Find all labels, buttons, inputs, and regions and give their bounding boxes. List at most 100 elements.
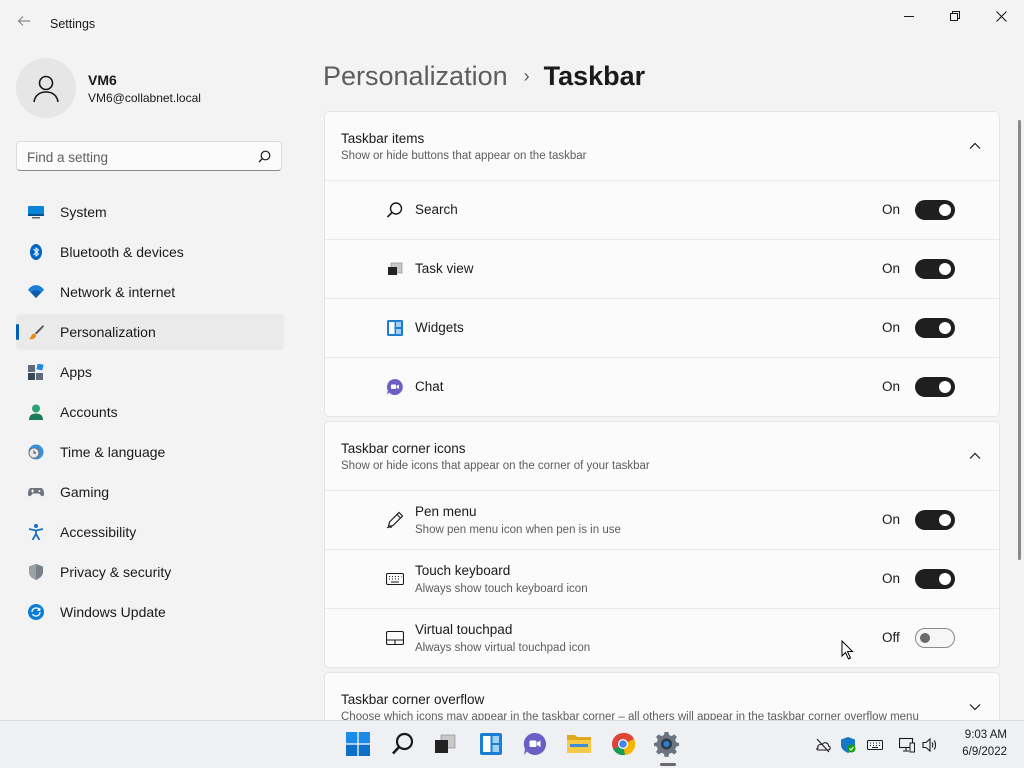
taskbar-items-header[interactable]: Taskbar items Show or hide buttons that … — [325, 112, 999, 180]
update-icon — [28, 604, 44, 620]
chevron-down-icon[interactable] — [969, 701, 981, 713]
setting-label: Search — [415, 202, 458, 217]
chat-toggle[interactable] — [915, 377, 955, 397]
task-view-toggle[interactable] — [915, 259, 955, 279]
search-toggle[interactable] — [915, 200, 955, 220]
sidebar-item-label: Privacy & security — [60, 564, 172, 580]
setting-label: Widgets — [415, 320, 464, 335]
search-icon — [258, 150, 271, 163]
restore-button[interactable] — [932, 0, 978, 32]
setting-description: Always show virtual touchpad icon — [415, 642, 591, 654]
toggle-state-text: On — [882, 320, 901, 335]
toggle-knob — [939, 514, 951, 526]
onedrive-icon[interactable] — [815, 737, 831, 753]
keyboard-icon[interactable] — [867, 737, 883, 753]
toggle-state-text: On — [882, 512, 901, 527]
toggle-knob — [939, 322, 951, 334]
close-button[interactable] — [978, 0, 1024, 32]
taskbar-task-view-button[interactable] — [430, 729, 460, 759]
setting-description: Show pen menu icon when pen is in use — [415, 524, 621, 536]
toggle-state-text: On — [882, 379, 901, 394]
sidebar-item-label: Network & internet — [60, 284, 176, 300]
chevron-up-icon[interactable] — [969, 450, 981, 462]
sidebar-item-gaming[interactable]: Gaming — [16, 474, 284, 510]
taskbar-chat-button[interactable] — [520, 729, 550, 759]
taskbar-start-button[interactable] — [343, 729, 373, 759]
sidebar-item-apps[interactable]: Apps — [16, 354, 284, 390]
avatar — [16, 58, 76, 118]
person-icon — [33, 75, 59, 103]
setting-label: Task view — [415, 261, 474, 276]
breadcrumb-parent-link[interactable]: Personalization — [323, 61, 508, 92]
chevron-up-icon[interactable] — [969, 140, 981, 152]
setting-row-search: Search On — [325, 180, 999, 239]
taskbar-corner-icons-header[interactable]: Taskbar corner icons Show or hide icons … — [325, 422, 999, 490]
taskbar-clock-time[interactable]: 9:03 AM — [955, 729, 1007, 741]
chat-icon — [386, 379, 403, 395]
sidebar-item-accounts[interactable]: Accounts — [16, 394, 284, 430]
task-view-icon — [435, 734, 456, 753]
setting-description: Always show touch keyboard icon — [415, 583, 588, 595]
user-profile[interactable]: VM6 VM6@collabnet.local — [16, 58, 296, 118]
network-icon[interactable] — [899, 737, 915, 753]
taskbar-search-button[interactable] — [388, 729, 418, 759]
apps-icon — [28, 364, 44, 380]
search-input[interactable] — [27, 148, 247, 166]
active-app-indicator — [660, 763, 676, 766]
setting-row-task-view: Task view On — [325, 239, 999, 298]
toggle-state-text: On — [882, 261, 901, 276]
wifi-icon — [28, 285, 44, 298]
keyboard-icon — [386, 572, 404, 586]
sidebar-item-windows-update[interactable]: Windows Update — [16, 594, 284, 630]
taskbar-corner-icons-section: Taskbar corner icons Show or hide icons … — [324, 421, 1000, 668]
toggle-knob — [939, 263, 951, 275]
taskbar-chrome-button[interactable] — [608, 729, 638, 759]
toggle-state-text: On — [882, 571, 901, 586]
content-scrollbar[interactable] — [1018, 120, 1021, 560]
sidebar-item-label: Accessibility — [60, 524, 137, 540]
taskbar-settings-button[interactable] — [652, 729, 682, 759]
setting-label: Virtual touchpad — [415, 622, 513, 637]
bluetooth-icon — [30, 244, 42, 260]
toggle-knob — [939, 573, 951, 585]
setting-row-widgets: Widgets On — [325, 298, 999, 357]
sidebar-item-time-language[interactable]: Time & language — [16, 434, 284, 470]
touch-keyboard-toggle[interactable] — [915, 569, 955, 589]
virtual-touchpad-toggle[interactable] — [915, 628, 955, 648]
sidebar-item-label: Bluetooth & devices — [60, 244, 184, 260]
widgets-toggle[interactable] — [915, 318, 955, 338]
toggle-knob — [939, 204, 951, 216]
search-icon — [392, 732, 414, 755]
pen-menu-toggle[interactable] — [915, 510, 955, 530]
volume-icon[interactable] — [922, 737, 938, 753]
search-box[interactable] — [16, 141, 282, 171]
taskbar-widgets-button[interactable] — [476, 729, 506, 759]
file-explorer-icon — [567, 735, 591, 753]
sidebar-item-label: Gaming — [60, 484, 110, 500]
back-button[interactable] — [12, 12, 36, 36]
setting-row-virtual-touchpad: Virtual touchpad Always show virtual tou… — [325, 608, 999, 667]
sidebar-item-privacy[interactable]: Privacy & security — [16, 554, 284, 590]
setting-row-touch-keyboard: Touch keyboard Always show touch keyboar… — [325, 549, 999, 608]
taskbar-clock-date[interactable]: 6/9/2022 — [945, 746, 1007, 758]
app-title: Settings — [50, 17, 96, 31]
sidebar-item-personalization[interactable]: Personalization — [16, 314, 284, 350]
sidebar-item-accessibility[interactable]: Accessibility — [16, 514, 284, 550]
taskbar-file-explorer-button[interactable] — [564, 729, 594, 759]
minimize-button[interactable] — [886, 0, 932, 32]
taskbar-items-section: Taskbar items Show or hide buttons that … — [324, 111, 1000, 417]
task-view-icon — [388, 262, 403, 275]
defender-icon[interactable] — [840, 737, 856, 753]
sidebar-item-network[interactable]: Network & internet — [16, 274, 284, 310]
section-title: Taskbar corner icons — [341, 441, 466, 456]
user-name: VM6 — [88, 72, 117, 88]
start-icon — [346, 732, 370, 756]
sidebar-item-system[interactable]: System — [16, 194, 284, 230]
breadcrumb: Personalization › Taskbar — [323, 58, 645, 94]
sidebar-item-label: Apps — [60, 364, 92, 380]
toggle-state-text: On — [882, 202, 901, 217]
toggle-knob — [939, 381, 951, 393]
close-icon — [995, 10, 1007, 22]
sidebar-item-bluetooth[interactable]: Bluetooth & devices — [16, 234, 284, 270]
setting-label: Touch keyboard — [415, 563, 511, 578]
